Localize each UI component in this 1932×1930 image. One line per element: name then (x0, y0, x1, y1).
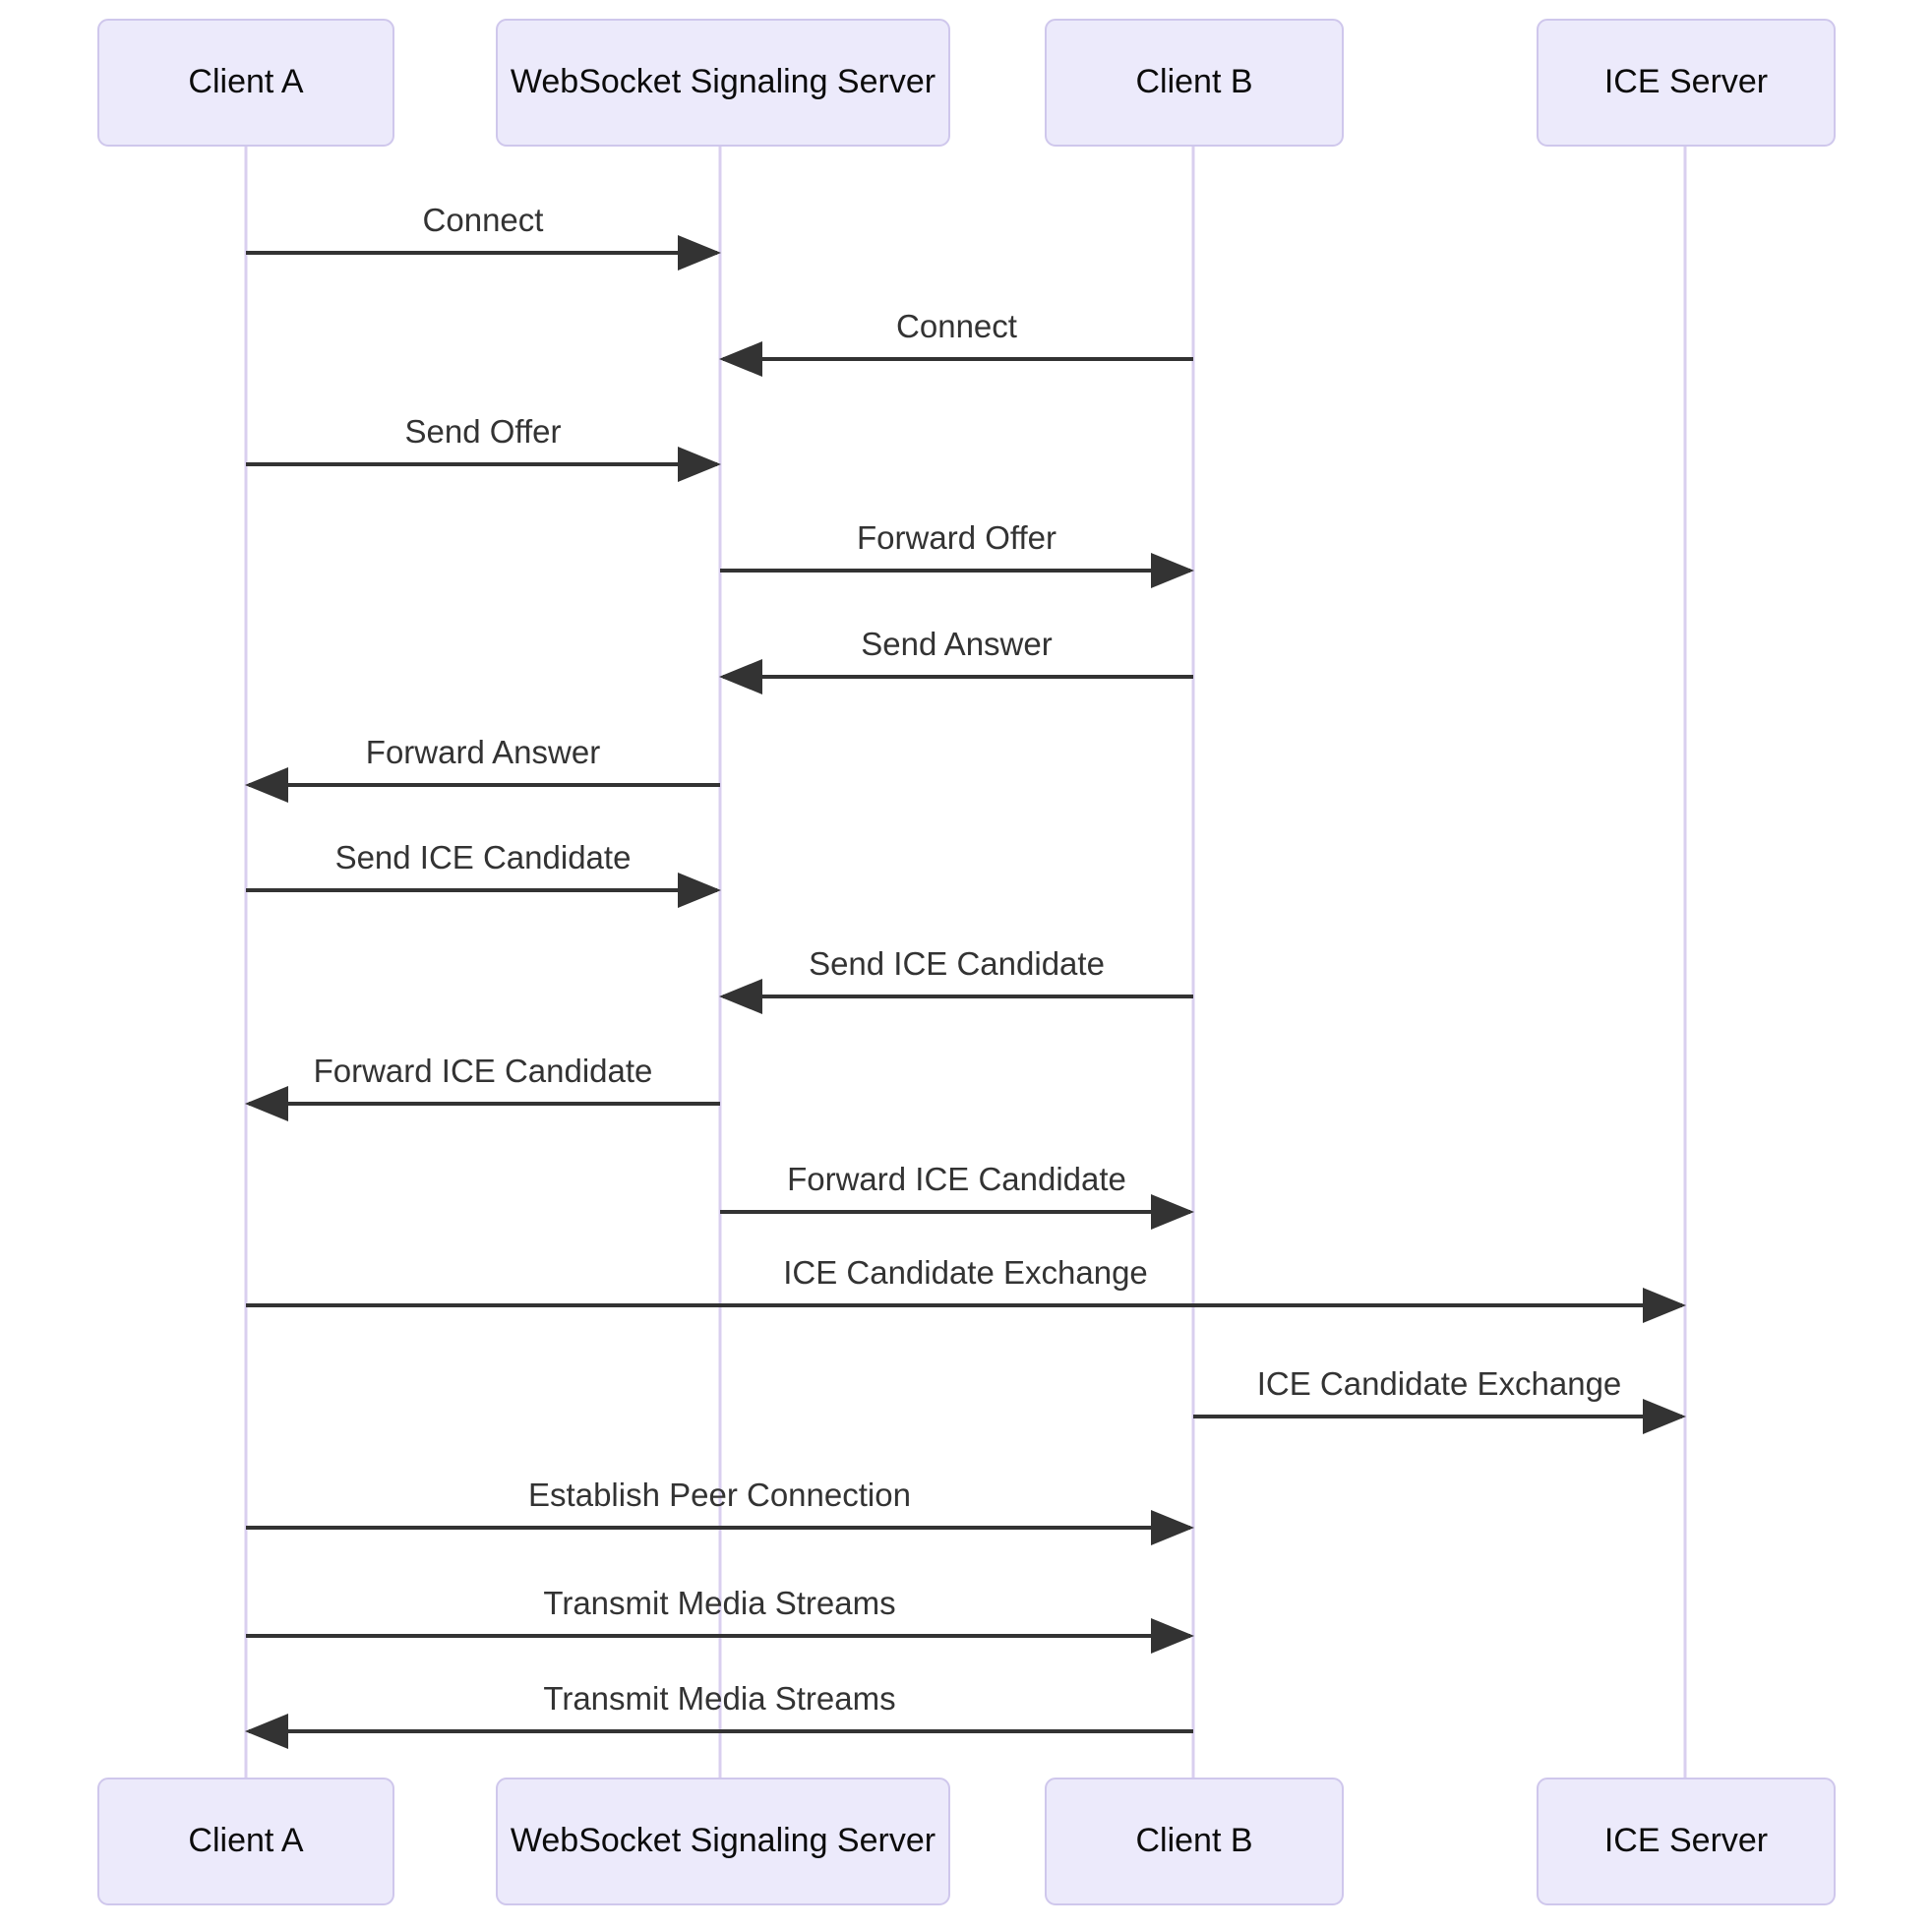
actor-label-iceServer: ICE Server (1604, 63, 1768, 100)
actor-iceServer-top[interactable]: ICE Server (1537, 19, 1836, 147)
message-label: Send Answer (861, 626, 1052, 662)
messages-group: Connect Connect Send Offer Forward Offer Sen… (245, 202, 1686, 1749)
actor-label-clientB: Client B (1135, 1822, 1252, 1859)
actor-label-clientB: Client B (1135, 63, 1252, 100)
actor-boxes-bottom: Client A WebSocket Signaling Server Client… (97, 1778, 1836, 1905)
message-8[interactable]: Forward ICE Candidate (245, 1053, 720, 1121)
message-label: Forward ICE Candidate (314, 1053, 653, 1089)
message-label: Transmit Media Streams (543, 1680, 895, 1717)
message-label: Connect (423, 202, 544, 238)
message-label: ICE Candidate Exchange (1257, 1365, 1622, 1402)
message-4[interactable]: Send Answer (719, 626, 1193, 694)
message-label: Transmit Media Streams (543, 1585, 895, 1621)
actor-boxes-top: Client A WebSocket Signaling Server Client… (97, 19, 1836, 147)
message-label: Send ICE Candidate (335, 839, 632, 875)
message-label: Establish Peer Connection (528, 1477, 911, 1513)
sequence-diagram-svg: Connect Connect Send Offer Forward Offer Sen… (97, 19, 1836, 1905)
message-7[interactable]: Send ICE Candidate (719, 945, 1193, 1014)
message-0[interactable]: Connect (246, 202, 721, 271)
actor-clientB-bottom[interactable]: Client B (1045, 1778, 1344, 1905)
actor-clientA-bottom[interactable]: Client A (97, 1778, 394, 1905)
message-12[interactable]: Establish Peer Connection (246, 1477, 1194, 1545)
message-2[interactable]: Send Offer (246, 413, 721, 482)
actor-signaling-bottom[interactable]: WebSocket Signaling Server (496, 1778, 950, 1905)
message-11[interactable]: ICE Candidate Exchange (1193, 1365, 1686, 1434)
message-5[interactable]: Forward Answer (245, 734, 720, 803)
message-label: Forward Offer (857, 519, 1057, 556)
message-9[interactable]: Forward ICE Candidate (720, 1161, 1194, 1230)
message-3[interactable]: Forward Offer (720, 519, 1194, 588)
actor-clientA-top[interactable]: Client A (97, 19, 394, 147)
message-1[interactable]: Connect (719, 308, 1193, 377)
message-label: Forward Answer (366, 734, 600, 770)
actor-label-clientA: Client A (188, 1822, 303, 1859)
message-label: Connect (896, 308, 1017, 344)
message-label: Send Offer (405, 413, 562, 450)
actor-label-signaling: WebSocket Signaling Server (511, 1822, 936, 1859)
actor-signaling-top[interactable]: WebSocket Signaling Server (496, 19, 950, 147)
message-10[interactable]: ICE Candidate Exchange (246, 1254, 1686, 1323)
actor-label-iceServer: ICE Server (1604, 1822, 1768, 1859)
message-13[interactable]: Transmit Media Streams (246, 1585, 1194, 1654)
actor-iceServer-bottom[interactable]: ICE Server (1537, 1778, 1836, 1905)
actor-clientB-top[interactable]: Client B (1045, 19, 1344, 147)
actor-label-signaling: WebSocket Signaling Server (511, 63, 936, 100)
message-6[interactable]: Send ICE Candidate (246, 839, 721, 908)
message-label: Forward ICE Candidate (787, 1161, 1126, 1197)
sequence-diagram-canvas: Connect Connect Send Offer Forward Offer Sen… (0, 0, 1932, 1930)
actor-label-clientA: Client A (188, 63, 303, 100)
message-label: Send ICE Candidate (809, 945, 1105, 982)
message-label: ICE Candidate Exchange (783, 1254, 1148, 1291)
